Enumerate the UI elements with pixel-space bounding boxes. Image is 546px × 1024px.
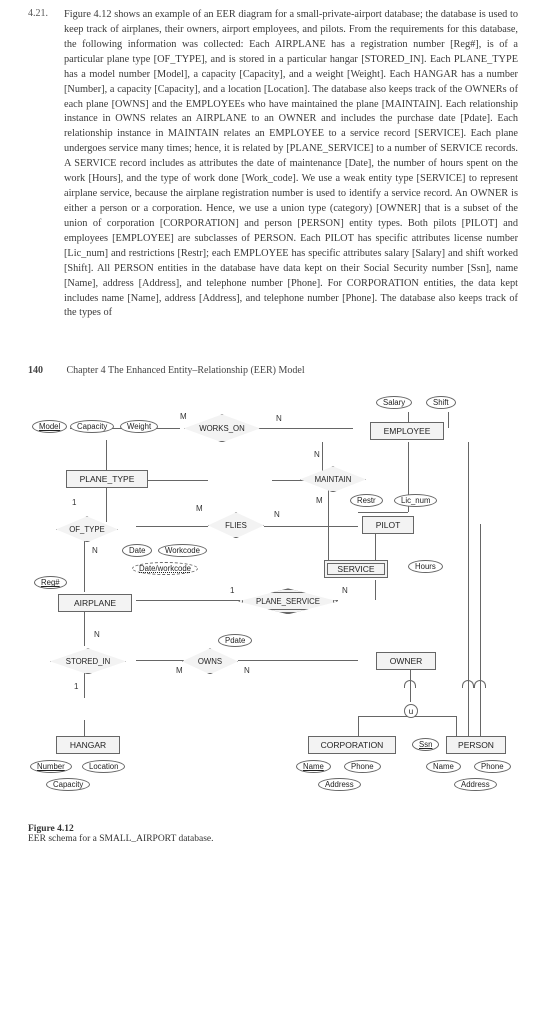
rel-owns: OWNS (182, 648, 238, 674)
rel-works-on: WORKS_ON (184, 414, 260, 442)
attr-reg: Reg# (34, 576, 67, 589)
card-n5: N (94, 630, 100, 639)
card-one2: 1 (74, 682, 78, 691)
attr-salary: Salary (376, 396, 412, 409)
chapter-title: Chapter 4 The Enhanced Entity–Relationsh… (67, 365, 305, 376)
card-m2: M (196, 504, 203, 513)
figure-description: EER schema for a SMALL_AIRPORT database. (28, 834, 214, 844)
entity-corporation: CORPORATION (308, 736, 396, 754)
eer-diagram: Model Capacity Weight Salary Shift WORKS… (28, 390, 518, 820)
page-number: 140 (28, 365, 64, 376)
attr-name-p: Name (426, 760, 461, 773)
attr-workcode: Workcode (158, 544, 207, 557)
attr-location: Location (82, 760, 125, 773)
entity-airplane: AIRPLANE (58, 594, 132, 612)
arc-person-2 (474, 680, 486, 688)
rel-flies: FLIES (208, 512, 264, 538)
attr-phone-c: Phone (344, 760, 381, 773)
entity-hangar: HANGAR (56, 736, 120, 754)
attr-lic-num: Lic_num (394, 494, 437, 507)
attr-capacity-h: Capacity (46, 778, 90, 791)
attr-restr: Restr (350, 494, 383, 507)
card-one3: 1 (230, 586, 234, 595)
question-text: Figure 4.12 shows an example of an EER d… (64, 8, 518, 321)
card-n2: N (274, 510, 280, 519)
rel-of-type: OF_TYPE (56, 516, 118, 542)
attr-phone-p: Phone (474, 760, 511, 773)
figure-caption: Figure 4.12 EER schema for a SMALL_AIRPO… (28, 824, 518, 844)
rel-maintain: MAINTAIN (300, 466, 366, 492)
attr-shift: Shift (426, 396, 456, 409)
attr-weight: Weight (120, 420, 158, 433)
entity-person: PERSON (446, 736, 506, 754)
attr-date-workcode: Date/workcode (132, 562, 198, 575)
entity-pilot: PILOT (362, 516, 414, 534)
card-m3: M (176, 666, 183, 675)
arc-person-1 (462, 680, 474, 688)
attr-name-c: Name (296, 760, 331, 773)
entity-plane-type: PLANE_TYPE (66, 470, 148, 488)
attr-hours: Hours (408, 560, 443, 573)
attr-address-c: Address (318, 778, 361, 791)
attr-date: Date (122, 544, 152, 557)
card-n1: N (276, 414, 282, 423)
card-one1: 1 (72, 498, 76, 507)
attr-pdate: Pdate (218, 634, 252, 647)
attr-number: Number (30, 760, 72, 773)
arc-owner (404, 680, 416, 688)
card-m4: M (316, 496, 323, 505)
attr-model: Model (32, 420, 67, 433)
attr-ssn: Ssn (412, 738, 439, 751)
attr-address-p: Address (454, 778, 497, 791)
card-m1: M (180, 412, 187, 421)
question-number: 4.21. (28, 8, 60, 19)
rel-stored-in: STORED_IN (50, 648, 126, 674)
figure-number: Figure 4.12 (28, 824, 74, 834)
card-n4: N (92, 546, 98, 555)
entity-service: SERVICE (324, 560, 388, 578)
entity-owner: OWNER (376, 652, 436, 670)
entity-employee: EMPLOYEE (370, 422, 444, 440)
attr-capacity-pt: Capacity (70, 420, 114, 433)
chapter-header: 140 Chapter 4 The Enhanced Entity–Relati… (28, 365, 518, 376)
card-n3: N (314, 450, 320, 459)
card-n7: N (244, 666, 250, 675)
card-n6: N (342, 586, 348, 595)
rel-plane-service: PLANE_SERVICE (238, 588, 338, 614)
